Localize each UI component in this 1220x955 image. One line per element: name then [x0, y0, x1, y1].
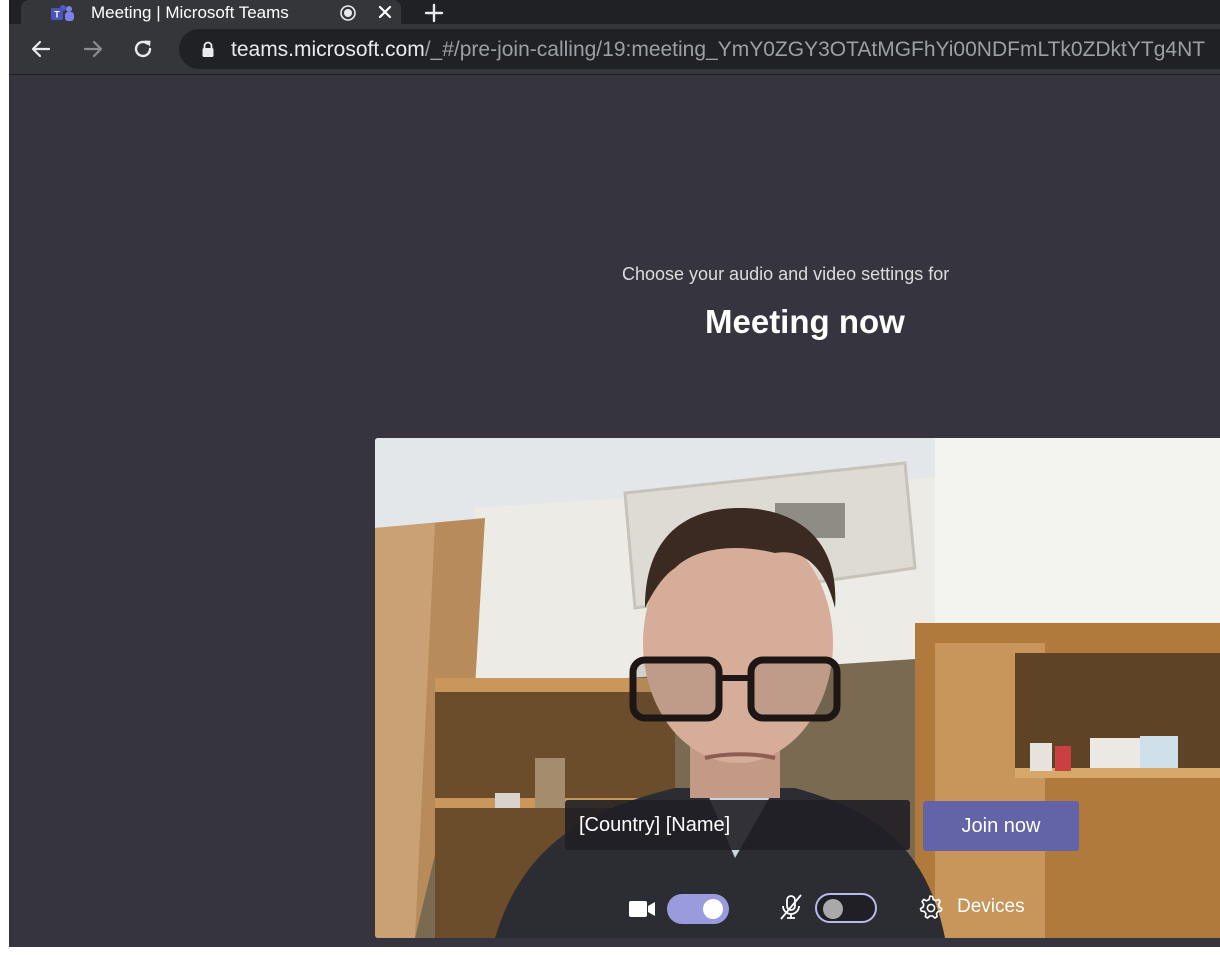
- teams-icon: T: [51, 5, 74, 21]
- plus-icon[interactable]: [423, 2, 445, 24]
- url-text: teams.microsoft.com/_#/pre-join-calling/…: [231, 39, 1205, 61]
- tab-title: Meeting | Microsoft Teams: [91, 3, 289, 22]
- devices-button[interactable]: Devices: [957, 896, 1025, 918]
- arrow-left-icon[interactable]: [29, 37, 53, 61]
- reload-icon[interactable]: [131, 37, 155, 61]
- svg-text:T: T: [54, 10, 60, 20]
- tab-strip: T Meeting | Microsoft Teams: [9, 0, 1220, 24]
- recording-indicator-icon: [340, 5, 356, 21]
- microphone-toggle[interactable]: [815, 893, 877, 923]
- browser-window: T Meeting | Microsoft Teams teams.micros…: [9, 0, 1220, 955]
- url-host: teams.microsoft.com: [231, 38, 425, 61]
- prejoin-page: Choose your audio and video settings for…: [9, 75, 1220, 947]
- join-now-button[interactable]: Join now: [923, 801, 1079, 851]
- address-bar[interactable]: teams.microsoft.com/_#/pre-join-calling/…: [179, 29, 1220, 69]
- url-path: /_#/pre-join-calling/19:meeting_YmY0ZGY3…: [424, 38, 1206, 61]
- lock-icon: [202, 41, 214, 57]
- close-icon[interactable]: [376, 3, 394, 21]
- meeting-title: Meeting now: [705, 303, 905, 340]
- microphone-toggle-knob: [823, 899, 843, 919]
- arrow-right-icon[interactable]: [81, 37, 105, 61]
- browser-toolbar: teams.microsoft.com/_#/pre-join-calling/…: [9, 24, 1220, 74]
- device-controls: Devices: [375, 878, 1220, 938]
- display-name-input[interactable]: [565, 800, 910, 850]
- camera-toggle[interactable]: [667, 894, 729, 924]
- gear-icon[interactable]: [917, 894, 943, 920]
- camera-preview-image: [375, 438, 1220, 938]
- video-camera-icon: [629, 901, 655, 917]
- video-preview: Join now: [375, 438, 1220, 938]
- browser-tab-meeting[interactable]: T Meeting | Microsoft Teams: [21, 0, 401, 24]
- camera-toggle-knob: [703, 899, 723, 919]
- prejoin-prompt: Choose your audio and video settings for: [622, 264, 950, 284]
- microphone-off-icon: [780, 894, 802, 920]
